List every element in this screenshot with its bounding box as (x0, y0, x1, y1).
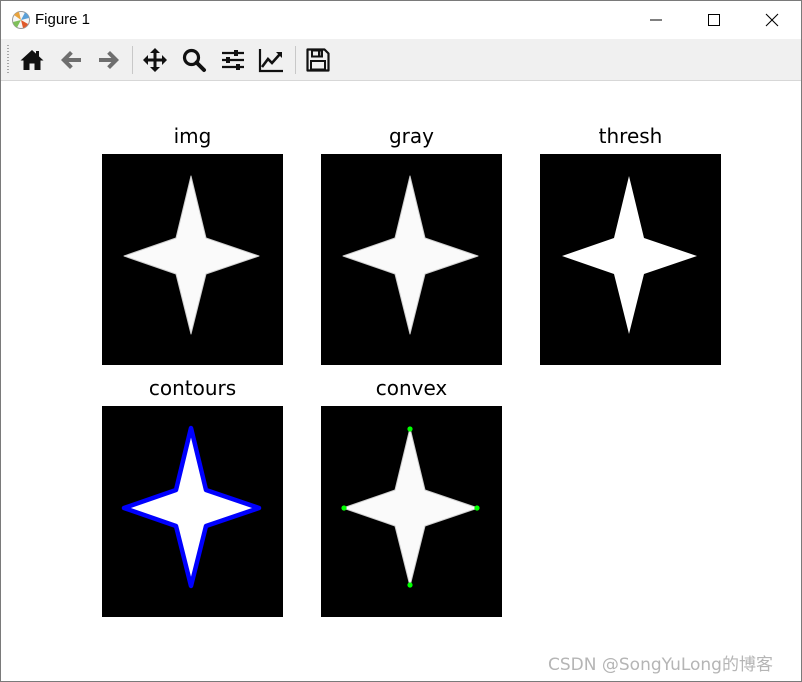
maximize-button[interactable] (685, 1, 743, 39)
image-convex (321, 406, 502, 617)
subplot-gray[interactable]: gray (321, 123, 502, 366)
minimize-button[interactable] (627, 1, 685, 39)
subplot-title: contours (148, 376, 237, 400)
subplot-thresh[interactable]: thresh (540, 123, 721, 366)
subplot-title: gray (388, 124, 434, 148)
figure-window: Figure 1 img gray thresh contours convex (0, 0, 802, 682)
toolbar-separator (295, 46, 296, 74)
subplot-title: img (173, 124, 212, 148)
toolbar-separator (132, 46, 133, 74)
pan-button[interactable] (139, 44, 171, 76)
move-icon (143, 48, 167, 72)
save-button[interactable] (302, 44, 334, 76)
toolbar-grip[interactable] (7, 45, 9, 73)
window-title: Figure 1 (35, 11, 91, 28)
subplot-img[interactable]: img (102, 123, 283, 366)
watermark-text: CSDN @SongYuLong的博客 (548, 655, 773, 675)
forward-button[interactable] (93, 44, 125, 76)
line-chart-icon (258, 49, 283, 73)
image-gray (321, 154, 502, 365)
floppy-disk-icon (306, 48, 330, 72)
figure-canvas[interactable]: img gray thresh contours convex (1, 81, 801, 681)
maximize-icon (708, 14, 720, 26)
image-thresh (540, 154, 721, 365)
home-icon (20, 50, 44, 70)
subplot-convex[interactable]: convex (321, 375, 502, 618)
back-button[interactable] (55, 44, 87, 76)
minimize-icon (650, 19, 662, 21)
navigation-toolbar (1, 39, 801, 81)
subplot-contours[interactable]: contours (102, 375, 283, 618)
edit-axis-button[interactable] (255, 44, 287, 76)
zoom-button[interactable] (178, 44, 210, 76)
image-original (102, 154, 283, 365)
close-button[interactable] (743, 1, 801, 39)
configure-subplots-button[interactable] (217, 44, 249, 76)
arrow-left-icon (61, 51, 81, 69)
image-contours (102, 406, 283, 617)
sliders-icon (222, 50, 244, 70)
subplot-title: thresh (598, 124, 663, 148)
matplotlib-logo-icon (12, 11, 30, 29)
subplot-title: convex (375, 376, 448, 400)
home-button[interactable] (16, 44, 48, 76)
magnifier-icon (182, 48, 206, 72)
arrow-right-icon (99, 51, 119, 69)
close-icon (765, 13, 779, 27)
title-bar[interactable]: Figure 1 (1, 1, 801, 39)
